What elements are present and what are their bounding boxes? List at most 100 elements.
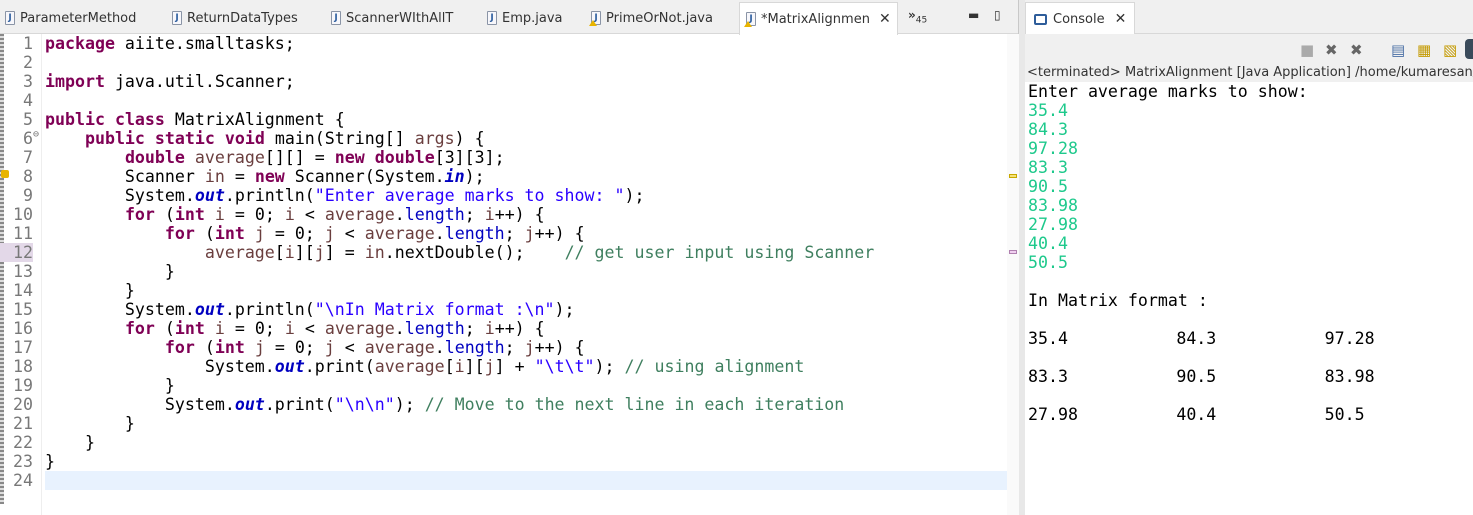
code-token: } — [45, 376, 175, 395]
editor-tab[interactable]: J *MatrixAlignmen ✕ — [739, 2, 898, 35]
code-token: int — [214, 338, 245, 357]
line-number: 2 — [23, 53, 33, 72]
code-token: } — [45, 262, 175, 281]
console-output[interactable]: Enter average marks to show: 35.4 84.3 97.… — [1025, 82, 1473, 443]
line-number: 23 — [13, 452, 33, 471]
more-tabs-button[interactable]: »45 — [908, 8, 927, 25]
code-line: public static void main(String[] args) { — [45, 129, 485, 148]
code-editor[interactable]: ⊖ 1 package aiite.smalltasks; 2 3 import jav… — [0, 34, 1007, 515]
code-token: < — [334, 224, 365, 243]
line-number: 18 — [13, 357, 33, 376]
code-token: = — [224, 167, 255, 186]
code-token: public — [45, 110, 105, 129]
code-token: average — [374, 357, 445, 376]
terminate-icon[interactable]: ■ — [1300, 41, 1314, 59]
code-token: static — [154, 129, 215, 148]
code-token: ++) { — [534, 224, 585, 243]
code-token: } — [45, 281, 135, 300]
editor-tab[interactable]: J ReturnDataTypes — [172, 2, 298, 34]
code-token: ( — [194, 224, 215, 243]
code-token: ] + — [494, 357, 535, 376]
line-number: 3 — [23, 72, 33, 91]
code-token: new — [334, 148, 365, 167]
code-token: import — [45, 72, 105, 91]
code-token: void — [224, 129, 265, 148]
java-file-icon: J — [487, 11, 497, 25]
current-line-highlight — [45, 471, 1007, 490]
code-token: for — [124, 319, 155, 338]
matrix-cell: 97.28 — [1324, 329, 1375, 348]
code-token: ; — [504, 338, 525, 357]
code-token: [ — [444, 357, 455, 376]
remove-all-terminated-icon[interactable]: ✖ — [1350, 41, 1363, 59]
code-token: i — [284, 319, 295, 338]
line-number: 1 — [23, 34, 33, 53]
code-token: Scanner — [45, 167, 205, 186]
code-token: average — [324, 319, 395, 338]
scroll-lock-icon[interactable]: ▦ — [1417, 41, 1431, 59]
code-token: int — [174, 319, 205, 338]
line-number: 24 — [13, 471, 33, 490]
matrix-cell: 90.5 — [1176, 367, 1217, 386]
code-line: for (int i = 0; i < average.length; i++)… — [45, 205, 545, 224]
warning-overview-mark[interactable] — [1009, 174, 1017, 178]
editor-tab[interactable]: J Emp.java — [487, 2, 563, 34]
code-token: int — [214, 224, 245, 243]
word-wrap-icon[interactable]: ▧ — [1443, 41, 1457, 59]
matrix-row: 83.3 90.5 83.98 — [1028, 367, 1473, 405]
code-token: ++) { — [494, 319, 545, 338]
code-token: i — [484, 319, 495, 338]
code-token: in — [444, 167, 465, 186]
clear-console-icon[interactable]: ▤ — [1391, 41, 1405, 59]
code-token: in — [364, 243, 385, 262]
fold-toggle-icon[interactable]: ⊖ — [33, 129, 39, 140]
process-status: <terminated> MatrixAlignment [Java Appli… — [1025, 64, 1473, 82]
console-tab-bar: Console ✕ — [1025, 0, 1473, 35]
matrix-row: 35.4 84.3 97.28 — [1028, 329, 1473, 367]
code-token: new — [254, 167, 285, 186]
console-tab-label: Console — [1053, 11, 1105, 27]
line-number: 6 — [23, 129, 33, 148]
display-console-icon[interactable] — [1465, 39, 1473, 59]
console-tab[interactable]: Console ✕ — [1025, 2, 1136, 35]
code-token: } — [45, 433, 95, 452]
code-token: average — [204, 243, 275, 262]
java-file-icon: J — [744, 12, 756, 27]
maximize-button[interactable]: ▯ — [994, 8, 1001, 22]
minimize-button[interactable]: ▬ — [968, 8, 979, 22]
code-token: Scanner(System. — [284, 167, 445, 186]
line-number: 5 — [23, 110, 33, 129]
code-token: // using alignment — [624, 357, 805, 376]
line-number: 10 — [13, 205, 33, 224]
tab-label: Emp.java — [502, 10, 563, 26]
close-tab-icon[interactable]: ✕ — [879, 11, 891, 27]
occurrence-overview-mark[interactable] — [1009, 250, 1017, 254]
editor-tab[interactable]: J ScannerWIthAllT — [331, 2, 453, 34]
more-tabs-count: 45 — [915, 15, 928, 26]
close-console-icon[interactable]: ✕ — [1115, 11, 1127, 27]
code-token: . — [434, 224, 445, 243]
code-line: } — [45, 452, 55, 471]
code-token: j — [524, 224, 535, 243]
code-token: java.util.Scanner; — [104, 72, 295, 91]
code-token: ); — [394, 395, 425, 414]
line-number: 21 — [13, 414, 33, 433]
code-token: j — [324, 224, 335, 243]
code-token: < — [294, 205, 325, 224]
code-token: ++) { — [494, 205, 545, 224]
code-token: ; — [504, 224, 525, 243]
code-token: double — [124, 148, 185, 167]
overview-ruler[interactable] — [1007, 34, 1019, 515]
code-token: for — [164, 224, 195, 243]
editor-tab[interactable]: J PrimeOrNot.java — [589, 2, 713, 34]
java-file-icon: J — [331, 11, 341, 25]
remove-launch-icon[interactable]: ✖ — [1325, 41, 1338, 59]
line-number: 8 — [23, 167, 33, 186]
matrix-heading: In Matrix format : — [1028, 291, 1208, 310]
editor-tab[interactable]: J ParameterMethod — [5, 2, 136, 34]
